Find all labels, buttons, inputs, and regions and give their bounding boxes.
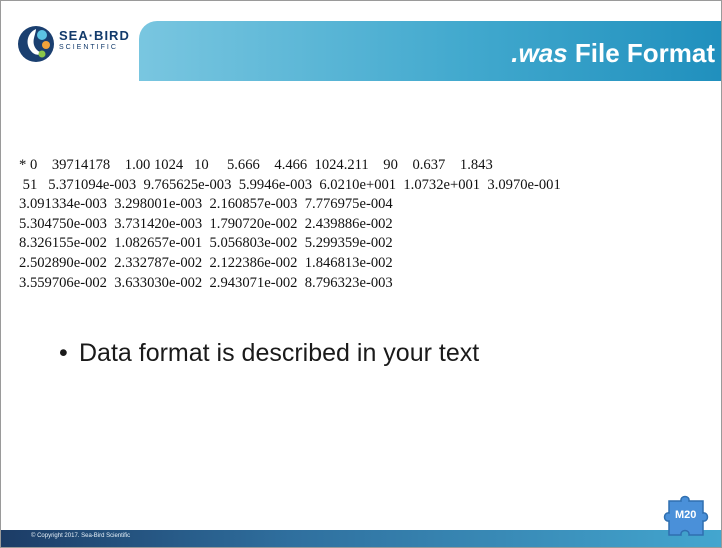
bullet-point: • Data format is described in your text <box>59 339 479 368</box>
data-line-params: 51 5.371094e-003 9.765625e-003 5.9946e-0… <box>19 176 561 193</box>
data-line-header: * 0 39714178 1.00 1024 10 5.666 4.466 10… <box>19 157 493 173</box>
data-line: 3.559706e-002 3.633030e-002 2.943071e-00… <box>19 274 393 291</box>
seabird-logo: SEA·BIRD SCIENTIFIC <box>17 23 157 67</box>
module-badge-label: M20 <box>675 509 697 521</box>
logo-sub-text: SCIENTIFIC <box>59 44 118 51</box>
slide-title: .was File Format <box>511 38 715 69</box>
footer-bar: © Copyright 2017. Sea-Bird Scientific <box>1 530 721 547</box>
seabird-logo-icon <box>18 26 54 62</box>
module-badge: M20 <box>659 487 715 543</box>
title-extension: .was <box>511 38 568 68</box>
logo-brand-text: SEA·BIRD <box>59 28 130 43</box>
was-file-sample: * 0 39714178 1.00 1024 10 5.666 4.466 10… <box>19 156 561 293</box>
data-line: 8.326155e-002 1.082657e-001 5.056803e-00… <box>19 235 393 252</box>
data-line: 3.091334e-003 3.298001e-003 2.160857e-00… <box>19 196 393 213</box>
bullet-icon: • <box>59 339 68 367</box>
data-line: 5.304750e-003 3.731420e-003 1.790720e-00… <box>19 215 393 232</box>
data-line: 2.502890e-002 2.332787e-002 2.122386e-00… <box>19 254 393 271</box>
slide: SEA·BIRD SCIENTIFIC .was File Format * 0… <box>0 0 722 548</box>
title-rest: File Format <box>567 38 715 68</box>
copyright-text: © Copyright 2017. Sea-Bird Scientific <box>31 533 131 539</box>
title-bar: .was File Format <box>139 21 721 81</box>
bullet-text: Data format is described in your text <box>79 339 480 367</box>
